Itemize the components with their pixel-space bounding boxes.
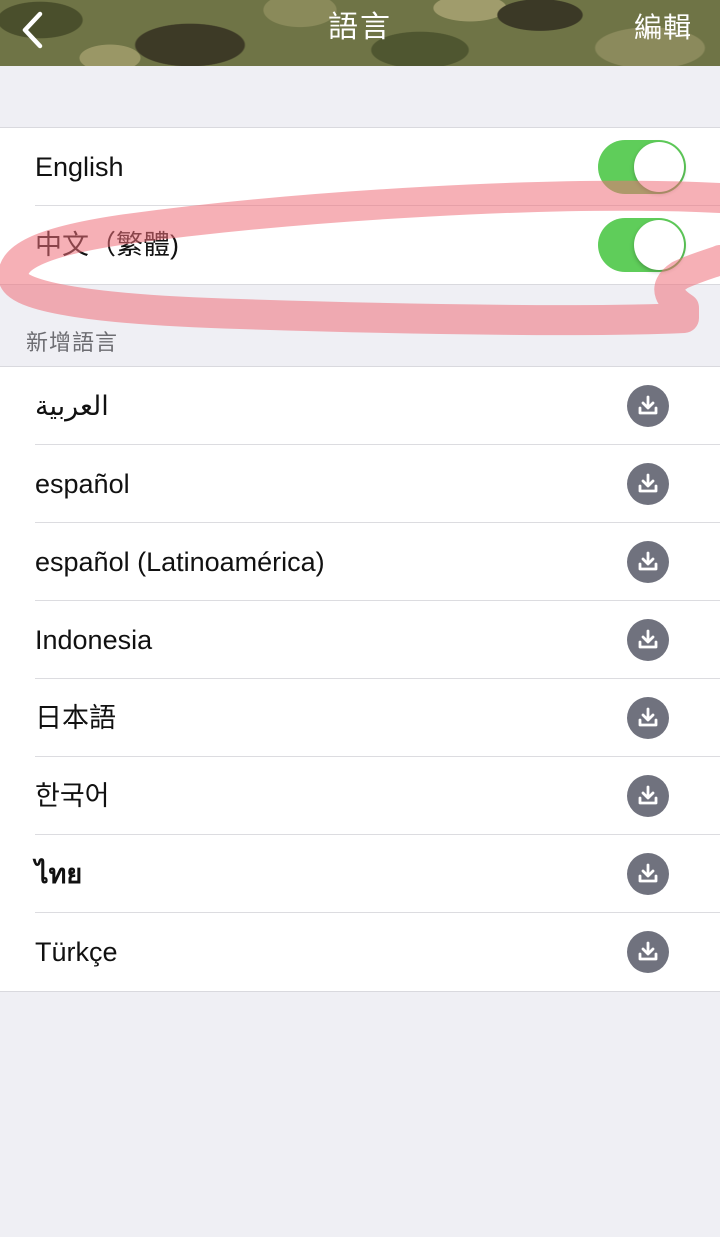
language-label: español (Latinoamérica) xyxy=(35,547,325,577)
navigation-bar: 語言 編輯 xyxy=(0,0,720,66)
language-label: ไทย xyxy=(35,859,83,889)
language-label: 日本語 xyxy=(35,703,116,733)
available-language-row[interactable]: 한국어 xyxy=(35,757,720,835)
language-label: 中文（繁體) xyxy=(35,230,179,260)
download-icon xyxy=(638,551,658,571)
language-toggle-english[interactable] xyxy=(598,140,686,194)
language-toggle-chinese-traditional[interactable] xyxy=(598,218,686,272)
section-header-add-language: 新增語言 xyxy=(26,331,119,356)
download-button[interactable] xyxy=(627,463,669,505)
available-language-row[interactable]: العربية xyxy=(35,367,720,445)
download-icon xyxy=(638,785,658,805)
download-button[interactable] xyxy=(627,931,669,973)
download-button[interactable] xyxy=(627,541,669,583)
download-icon xyxy=(638,395,658,415)
language-label: 한국어 xyxy=(35,781,110,811)
toggle-knob xyxy=(634,220,684,270)
language-label: English xyxy=(35,152,124,182)
available-language-row[interactable]: español xyxy=(35,445,720,523)
download-button[interactable] xyxy=(627,853,669,895)
available-language-row[interactable]: Türkçe xyxy=(35,913,720,991)
download-button[interactable] xyxy=(627,385,669,427)
language-row-english: English xyxy=(35,128,720,206)
download-button[interactable] xyxy=(627,697,669,739)
available-languages-group: العربية español español (Latinoamérica) … xyxy=(0,366,720,992)
language-label: Indonesia xyxy=(35,625,153,655)
available-language-row[interactable]: Indonesia xyxy=(35,601,720,679)
available-language-row[interactable]: ไทย xyxy=(35,835,720,913)
language-label: español xyxy=(35,469,130,499)
download-button[interactable] xyxy=(627,619,669,661)
page-title: 語言 xyxy=(328,10,392,45)
download-icon xyxy=(638,473,658,493)
available-language-row[interactable]: 日本語 xyxy=(35,679,720,757)
language-label: العربية xyxy=(35,391,109,421)
download-icon xyxy=(638,629,658,649)
download-button[interactable] xyxy=(627,775,669,817)
language-row-chinese-traditional: 中文（繁體) xyxy=(35,206,720,284)
toggle-knob xyxy=(634,142,684,192)
download-icon xyxy=(638,863,658,883)
download-icon xyxy=(638,941,658,961)
available-language-row[interactable]: español (Latinoamérica) xyxy=(35,523,720,601)
installed-languages-group: English 中文（繁體) xyxy=(0,127,720,285)
language-label: Türkçe xyxy=(35,937,118,967)
edit-button[interactable]: 編輯 xyxy=(634,0,692,56)
download-icon xyxy=(638,707,658,727)
